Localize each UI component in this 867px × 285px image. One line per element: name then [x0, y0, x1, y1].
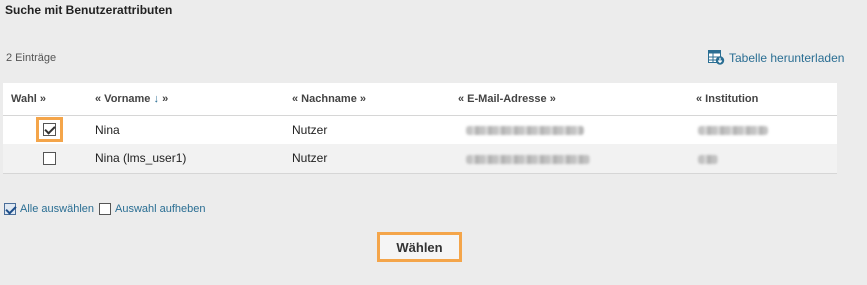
select-all-checkbox[interactable]: [4, 203, 16, 215]
table-row: Nina Nutzer: [3, 115, 837, 144]
column-header-institution[interactable]: « Institution: [696, 83, 837, 116]
redacted-institution: [698, 126, 768, 136]
redacted-email: [466, 154, 590, 164]
table-download-icon: [708, 50, 725, 65]
column-header-email[interactable]: « E-Mail-Adresse »: [458, 83, 696, 116]
row-select-checkbox[interactable]: [42, 123, 56, 137]
cell-email-redacted: [458, 115, 696, 144]
column-header-vorname[interactable]: « Vorname ↓ »: [95, 83, 292, 116]
cell-email-redacted: [458, 144, 696, 174]
column-label-email: « E-Mail-Adresse »: [458, 92, 556, 105]
selection-controls: Alle auswählen Auswahl aufheben: [4, 203, 211, 215]
row-select-checkbox[interactable]: [42, 152, 56, 166]
column-suffix-vorname: »: [162, 92, 169, 105]
table-header-row: Wahl » « Vorname ↓ » « Nachname » « E-Ma…: [3, 83, 837, 116]
page-title: Suche mit Benutzerattributen: [5, 3, 173, 17]
column-label-nachname: « Nachname »: [292, 92, 366, 105]
clear-selection-checkbox[interactable]: [99, 203, 111, 215]
column-header-nachname[interactable]: « Nachname »: [292, 83, 458, 116]
column-label-wahl: Wahl »: [11, 92, 47, 105]
cell-nachname: Nutzer: [292, 115, 458, 144]
column-label-vorname: « Vorname: [95, 92, 151, 105]
choose-button-label: Wählen: [396, 239, 443, 255]
select-all-label[interactable]: Alle auswählen: [20, 203, 94, 215]
cell-nachname: Nutzer: [292, 144, 458, 174]
redacted-email: [466, 126, 584, 136]
cell-institution-redacted: [696, 144, 837, 174]
column-label-institution: « Institution: [696, 92, 759, 105]
cell-vorname: Nina (lms_user1): [95, 144, 292, 174]
cell-vorname: Nina: [95, 115, 292, 144]
choose-button[interactable]: Wählen: [377, 232, 462, 262]
table-row: Nina (lms_user1) Nutzer: [3, 144, 837, 174]
download-table-link[interactable]: Tabelle herunterladen: [708, 50, 844, 65]
redacted-institution: [698, 154, 718, 164]
download-label: Tabelle herunterladen: [729, 50, 845, 65]
results-table: Wahl » « Vorname ↓ » « Nachname » « E-Ma…: [3, 83, 837, 174]
checkbox-highlight: [35, 117, 63, 143]
cell-institution-redacted: [696, 115, 837, 144]
select-cell: [3, 115, 95, 144]
clear-selection-label[interactable]: Auswahl aufheben: [115, 203, 206, 215]
entry-count: 2 Einträge: [6, 52, 57, 64]
sort-descending-icon: ↓: [153, 92, 160, 105]
select-cell: [3, 144, 95, 174]
column-header-wahl[interactable]: Wahl »: [3, 83, 95, 116]
